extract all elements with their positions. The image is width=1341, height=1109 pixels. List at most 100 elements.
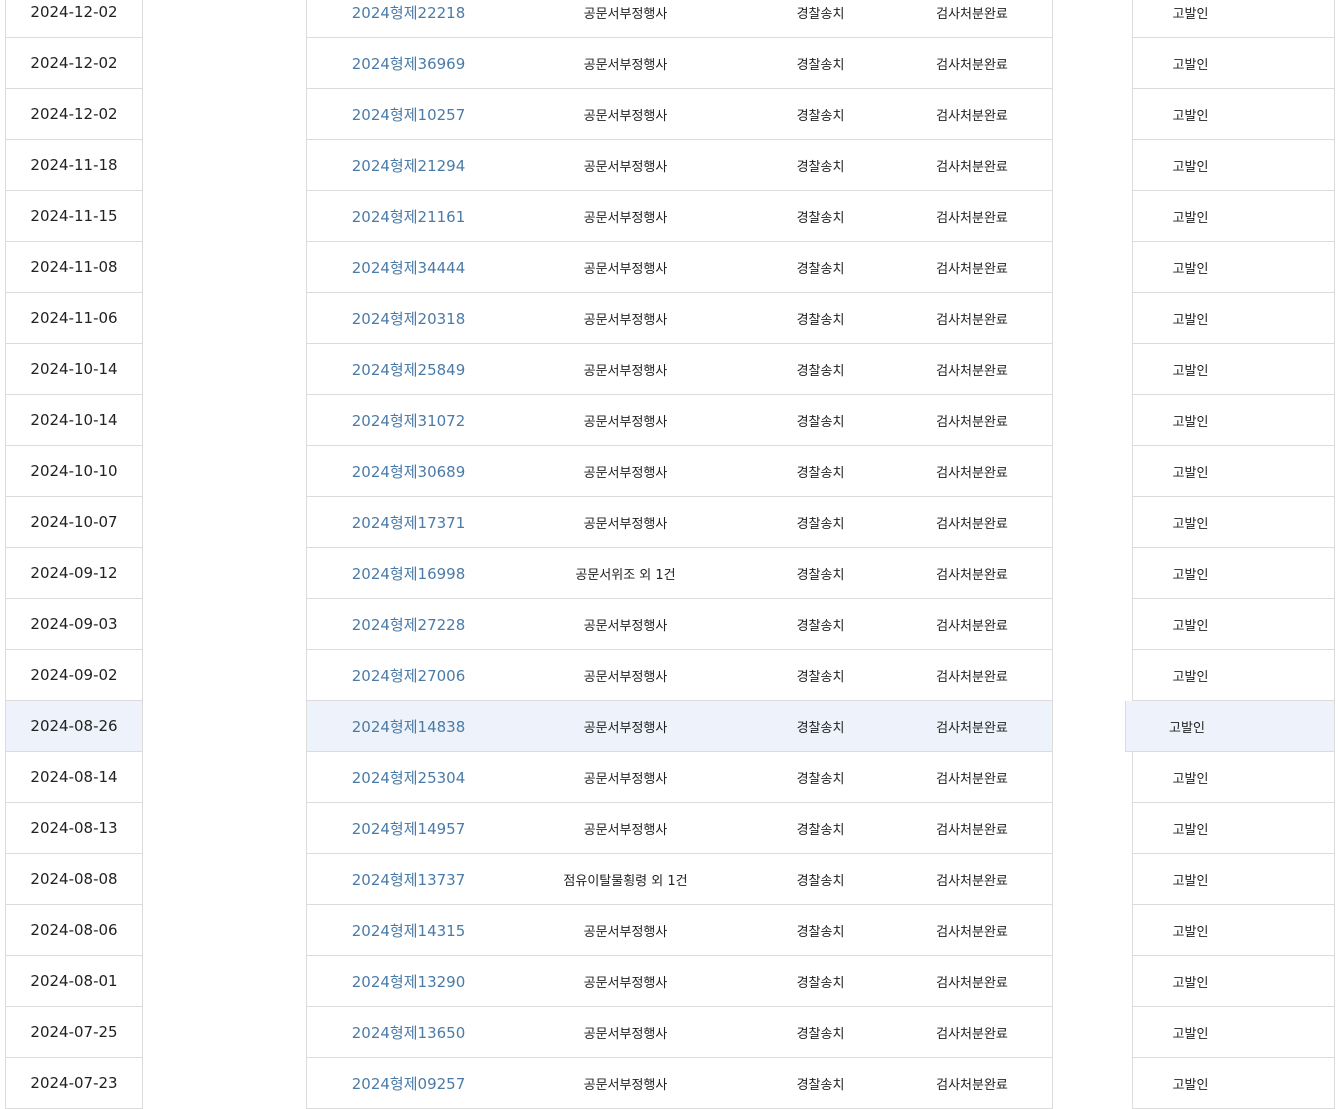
disposition-cell: 검사처분완료	[900, 1007, 1045, 1058]
case-number-link[interactable]: 2024형제27228	[306, 599, 511, 650]
table-row: 2024-10-10 2024형제30689 공문서부정행사 경찰송치 검사처분완료 고발…	[0, 446, 1341, 497]
disposition-cell: 검사처분완료	[900, 293, 1045, 344]
date-cell: 2024-09-02	[5, 650, 143, 701]
date-cell: 2024-08-06	[5, 905, 143, 956]
empty-cell	[1248, 242, 1335, 293]
case-number-link[interactable]: 2024형제14957	[306, 803, 511, 854]
police-status-cell: 경찰송치	[741, 1058, 901, 1109]
case-number-link[interactable]: 2024형제14315	[306, 905, 511, 956]
case-number-link[interactable]: 2024형제10257	[306, 89, 511, 140]
role-cell: 고발인	[1132, 140, 1249, 191]
disposition-cell: 검사처분완료	[900, 599, 1045, 650]
case-number-link[interactable]: 2024형제25849	[306, 344, 511, 395]
disposition-cell: 검사처분완료	[900, 548, 1045, 599]
role-cell: 고발인	[1132, 191, 1249, 242]
spacer-cell	[1044, 803, 1053, 854]
disposition-cell: 검사처분완료	[900, 89, 1045, 140]
disposition-cell: 검사처분완료	[900, 242, 1045, 293]
police-status-cell: 경찰송치	[741, 38, 901, 89]
case-number-link[interactable]: 2024형제21294	[306, 140, 511, 191]
empty-cell	[1248, 1058, 1335, 1109]
case-number-link[interactable]: 2024형제25304	[306, 752, 511, 803]
table-row: 2024-10-14 2024형제25849 공문서부정행사 경찰송치 검사처분완료 고발…	[0, 344, 1341, 395]
spacer-cell	[1044, 1007, 1053, 1058]
crime-cell: 공문서부정행사	[510, 1007, 742, 1058]
role-cell: 고발인	[1132, 446, 1249, 497]
crime-cell: 공문서부정행사	[510, 599, 742, 650]
crime-cell: 점유이탈물횡령 외 1건	[510, 854, 742, 905]
date-cell: 2024-09-03	[5, 599, 143, 650]
case-number-link[interactable]: 2024형제16998	[306, 548, 511, 599]
police-status-cell: 경찰송치	[741, 1007, 901, 1058]
case-number-link[interactable]: 2024형제17371	[306, 497, 511, 548]
empty-cell	[1248, 548, 1335, 599]
case-number-link[interactable]: 2024형제27006	[306, 650, 511, 701]
date-cell: 2024-07-23	[5, 1058, 143, 1109]
case-number-link[interactable]: 2024형제20318	[306, 293, 511, 344]
crime-cell: 공문서부정행사	[510, 395, 742, 446]
date-cell: 2024-11-18	[5, 140, 143, 191]
crime-cell: 공문서부정행사	[510, 497, 742, 548]
case-number-link[interactable]: 2024형제09257	[306, 1058, 511, 1109]
disposition-cell: 검사처분완료	[900, 854, 1045, 905]
role-cell: 고발인	[1132, 497, 1249, 548]
crime-cell: 공문서부정행사	[510, 344, 742, 395]
spacer-cell	[1044, 548, 1053, 599]
table-row-highlighted: 2024-08-26 2024형제14838 공문서부정행사 경찰송치 검사처분완료 고발…	[0, 701, 1341, 752]
table-row: 2024-11-18 2024형제21294 공문서부정행사 경찰송치 검사처분완료 고발…	[0, 140, 1341, 191]
police-status-cell: 경찰송치	[741, 701, 901, 752]
table-row: 2024-11-06 2024형제20318 공문서부정행사 경찰송치 검사처분완료 고발…	[0, 293, 1341, 344]
police-status-cell: 경찰송치	[741, 0, 901, 38]
spacer-cell	[1044, 395, 1053, 446]
date-cell: 2024-12-02	[5, 0, 143, 38]
role-cell: 고발인	[1132, 905, 1249, 956]
case-number-link[interactable]: 2024형제21161	[306, 191, 511, 242]
case-number-link[interactable]: 2024형제36969	[306, 38, 511, 89]
spacer-cell	[1044, 140, 1053, 191]
role-cell: 고발인	[1132, 956, 1249, 1007]
spacer-cell	[1044, 701, 1053, 752]
crime-cell: 공문서부정행사	[510, 242, 742, 293]
empty-cell	[1248, 140, 1335, 191]
table-row: 2024-11-15 2024형제21161 공문서부정행사 경찰송치 검사처분완료 고발…	[0, 191, 1341, 242]
empty-cell	[1248, 650, 1335, 701]
spacer-cell	[1044, 956, 1053, 1007]
table-row: 2024-12-02 2024형제36969 공문서부정행사 경찰송치 검사처분완료 고발…	[0, 38, 1341, 89]
case-number-link[interactable]: 2024형제30689	[306, 446, 511, 497]
police-status-cell: 경찰송치	[741, 89, 901, 140]
crime-cell: 공문서부정행사	[510, 803, 742, 854]
case-number-link[interactable]: 2024형제13290	[306, 956, 511, 1007]
disposition-cell: 검사처분완료	[900, 803, 1045, 854]
police-status-cell: 경찰송치	[741, 548, 901, 599]
role-cell: 고발인	[1132, 803, 1249, 854]
empty-cell	[1248, 38, 1335, 89]
date-cell: 2024-10-07	[5, 497, 143, 548]
date-cell: 2024-07-25	[5, 1007, 143, 1058]
case-number-link[interactable]: 2024형제13650	[306, 1007, 511, 1058]
disposition-cell: 검사처분완료	[900, 0, 1045, 38]
date-cell: 2024-11-06	[5, 293, 143, 344]
table-row: 2024-08-14 2024형제25304 공문서부정행사 경찰송치 검사처분완료 고발…	[0, 752, 1341, 803]
empty-cell	[1248, 701, 1335, 752]
case-number-link[interactable]: 2024형제14838	[306, 701, 511, 752]
crime-cell: 공문서부정행사	[510, 140, 742, 191]
spacer-cell	[1044, 191, 1053, 242]
case-number-link[interactable]: 2024형제22218	[306, 0, 511, 38]
disposition-cell: 검사처분완료	[900, 446, 1045, 497]
crime-cell: 공문서부정행사	[510, 650, 742, 701]
case-number-link[interactable]: 2024형제31072	[306, 395, 511, 446]
table-row: 2024-08-06 2024형제14315 공문서부정행사 경찰송치 검사처분완료 고발…	[0, 905, 1341, 956]
spacer-cell	[1044, 905, 1053, 956]
role-cell: 고발인	[1132, 0, 1249, 38]
spacer-cell	[1044, 344, 1053, 395]
crime-cell: 공문서부정행사	[510, 38, 742, 89]
date-cell: 2024-10-14	[5, 395, 143, 446]
spacer-cell	[1044, 38, 1053, 89]
case-number-link[interactable]: 2024형제34444	[306, 242, 511, 293]
table-row: 2024-08-13 2024형제14957 공문서부정행사 경찰송치 검사처분완료 고발…	[0, 803, 1341, 854]
empty-cell	[1248, 293, 1335, 344]
case-number-link[interactable]: 2024형제13737	[306, 854, 511, 905]
crime-cell: 공문서부정행사	[510, 0, 742, 38]
spacer-cell	[1044, 89, 1053, 140]
disposition-cell: 검사처분완료	[900, 140, 1045, 191]
